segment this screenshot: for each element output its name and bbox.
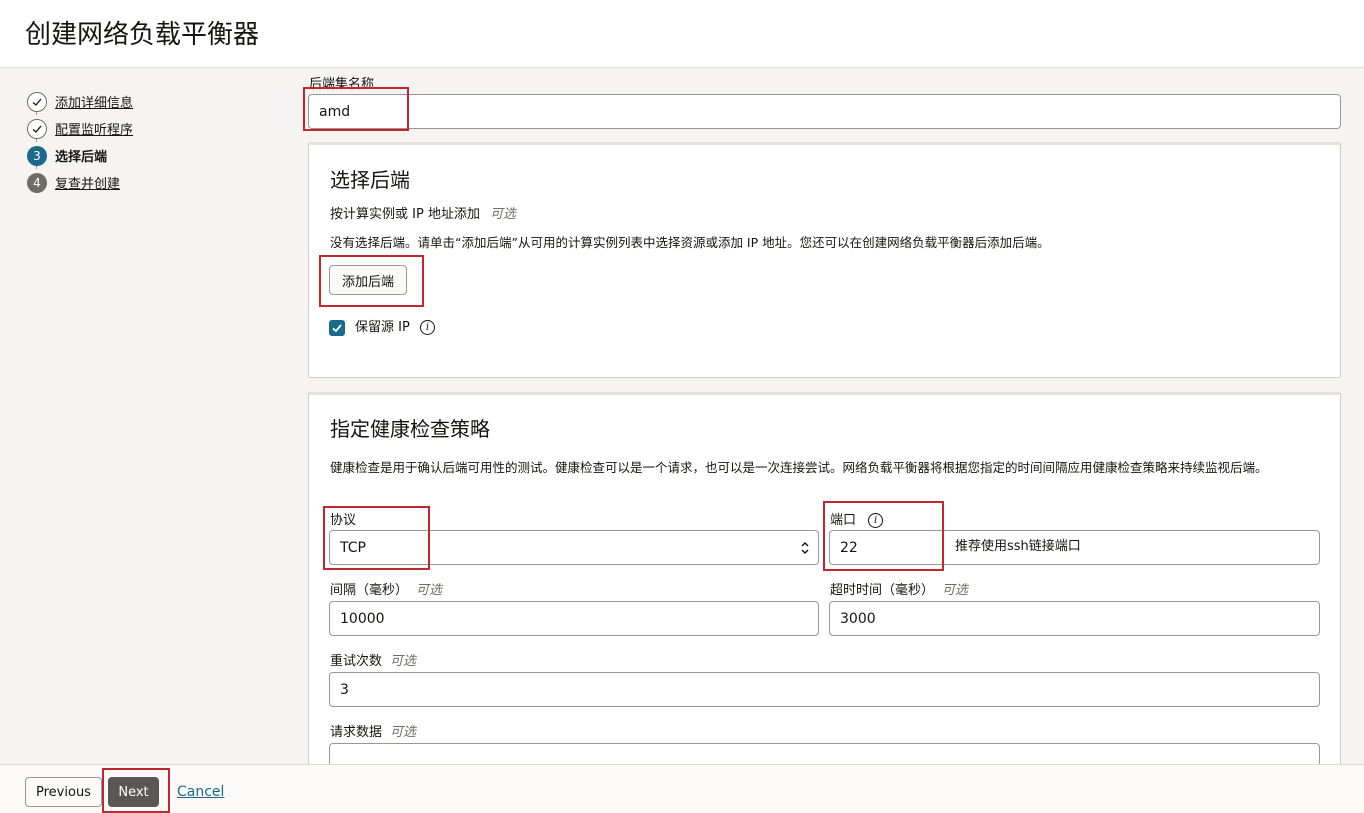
select-backends-title: 选择后端: [330, 168, 410, 192]
optional-tag: 可选: [390, 654, 417, 669]
health-check-panel: [308, 392, 1341, 792]
step-configure-listener[interactable]: 配置监听程序: [27, 115, 287, 142]
port-label-text: 端口: [830, 513, 857, 528]
retries-input[interactable]: 3: [329, 672, 1320, 707]
step-label[interactable]: 添加详细信息: [55, 92, 133, 111]
cancel-link[interactable]: Cancel: [177, 784, 224, 800]
interval-label-text: 间隔（毫秒）: [330, 583, 409, 598]
step-label: 选择后端: [55, 150, 108, 165]
port-label: 端口 i: [830, 509, 884, 528]
backend-set-label: 后端集名称: [309, 77, 375, 92]
optional-tag: 可选: [416, 583, 443, 598]
preserve-source-ip-text: 保留源 IP: [355, 320, 410, 335]
port-annotation-note: 推荐使用ssh链接端口: [955, 539, 1081, 554]
checkmark-icon: [332, 324, 342, 333]
step-number-badge: 3: [27, 145, 47, 166]
info-icon[interactable]: i: [868, 513, 884, 528]
add-by-text: 按计算实例或 IP 地址添加: [330, 207, 480, 222]
interval-input[interactable]: 10000: [329, 601, 819, 636]
timeout-label-text: 超时时间（毫秒）: [830, 583, 935, 598]
optional-tag: 可选: [390, 725, 417, 740]
request-data-label: 请求数据 可选: [330, 721, 416, 740]
timeout-label: 超时时间（毫秒） 可选: [830, 579, 968, 598]
preserve-source-ip-label: 保留源 IP i: [355, 318, 435, 338]
optional-tag: 可选: [489, 207, 516, 222]
info-icon[interactable]: i: [419, 320, 435, 335]
protocol-label: 协议: [330, 513, 357, 528]
timeout-input[interactable]: 3000: [829, 601, 1320, 636]
step-review-create[interactable]: 4 复查并创建: [27, 169, 287, 196]
step-select-backends: 3 选择后端: [27, 142, 287, 169]
retries-label: 重试次数 可选: [330, 650, 416, 669]
step-add-details[interactable]: 添加详细信息: [27, 88, 287, 115]
preserve-source-ip-checkbox[interactable]: [329, 320, 345, 336]
retries-label-text: 重试次数: [330, 654, 383, 669]
wizard-steps: 添加详细信息 配置监听程序 3 选择后端 4 复查并创建: [27, 88, 287, 196]
interval-label: 间隔（毫秒） 可选: [330, 579, 442, 598]
step-label[interactable]: 复查并创建: [55, 173, 120, 192]
next-button[interactable]: Next: [108, 777, 159, 807]
check-circle-icon: [27, 118, 47, 139]
add-by-label: 按计算实例或 IP 地址添加 可选: [330, 205, 516, 225]
step-label[interactable]: 配置监听程序: [55, 119, 133, 138]
step-number-badge: 4: [27, 172, 47, 193]
optional-tag: 可选: [942, 583, 969, 598]
check-circle-icon: [27, 91, 47, 112]
add-backend-button[interactable]: 添加后端: [329, 265, 407, 295]
protocol-value: TCP: [340, 539, 366, 556]
request-data-label-text: 请求数据: [330, 725, 383, 740]
select-chevron-icon: [800, 540, 810, 560]
previous-button[interactable]: Previous: [25, 777, 102, 807]
health-check-title: 指定健康检查策略: [330, 417, 490, 441]
page-header: 创建网络负载平衡器: [0, 0, 1364, 68]
no-backends-message: 没有选择后端。请单击“添加后端”从可用的计算实例列表中选择资源或添加 IP 地址…: [330, 235, 1050, 250]
health-check-description: 健康检查是用于确认后端可用性的测试。健康检查可以是一个请求，也可以是一次连接尝试…: [330, 460, 1268, 475]
wizard-footer: Previous Next Cancel: [0, 764, 1364, 813]
select-backends-panel: [308, 142, 1341, 378]
backend-set-name-input[interactable]: amd: [308, 94, 1341, 129]
protocol-select[interactable]: TCP: [329, 530, 819, 565]
page-title: 创建网络负载平衡器: [25, 20, 260, 50]
